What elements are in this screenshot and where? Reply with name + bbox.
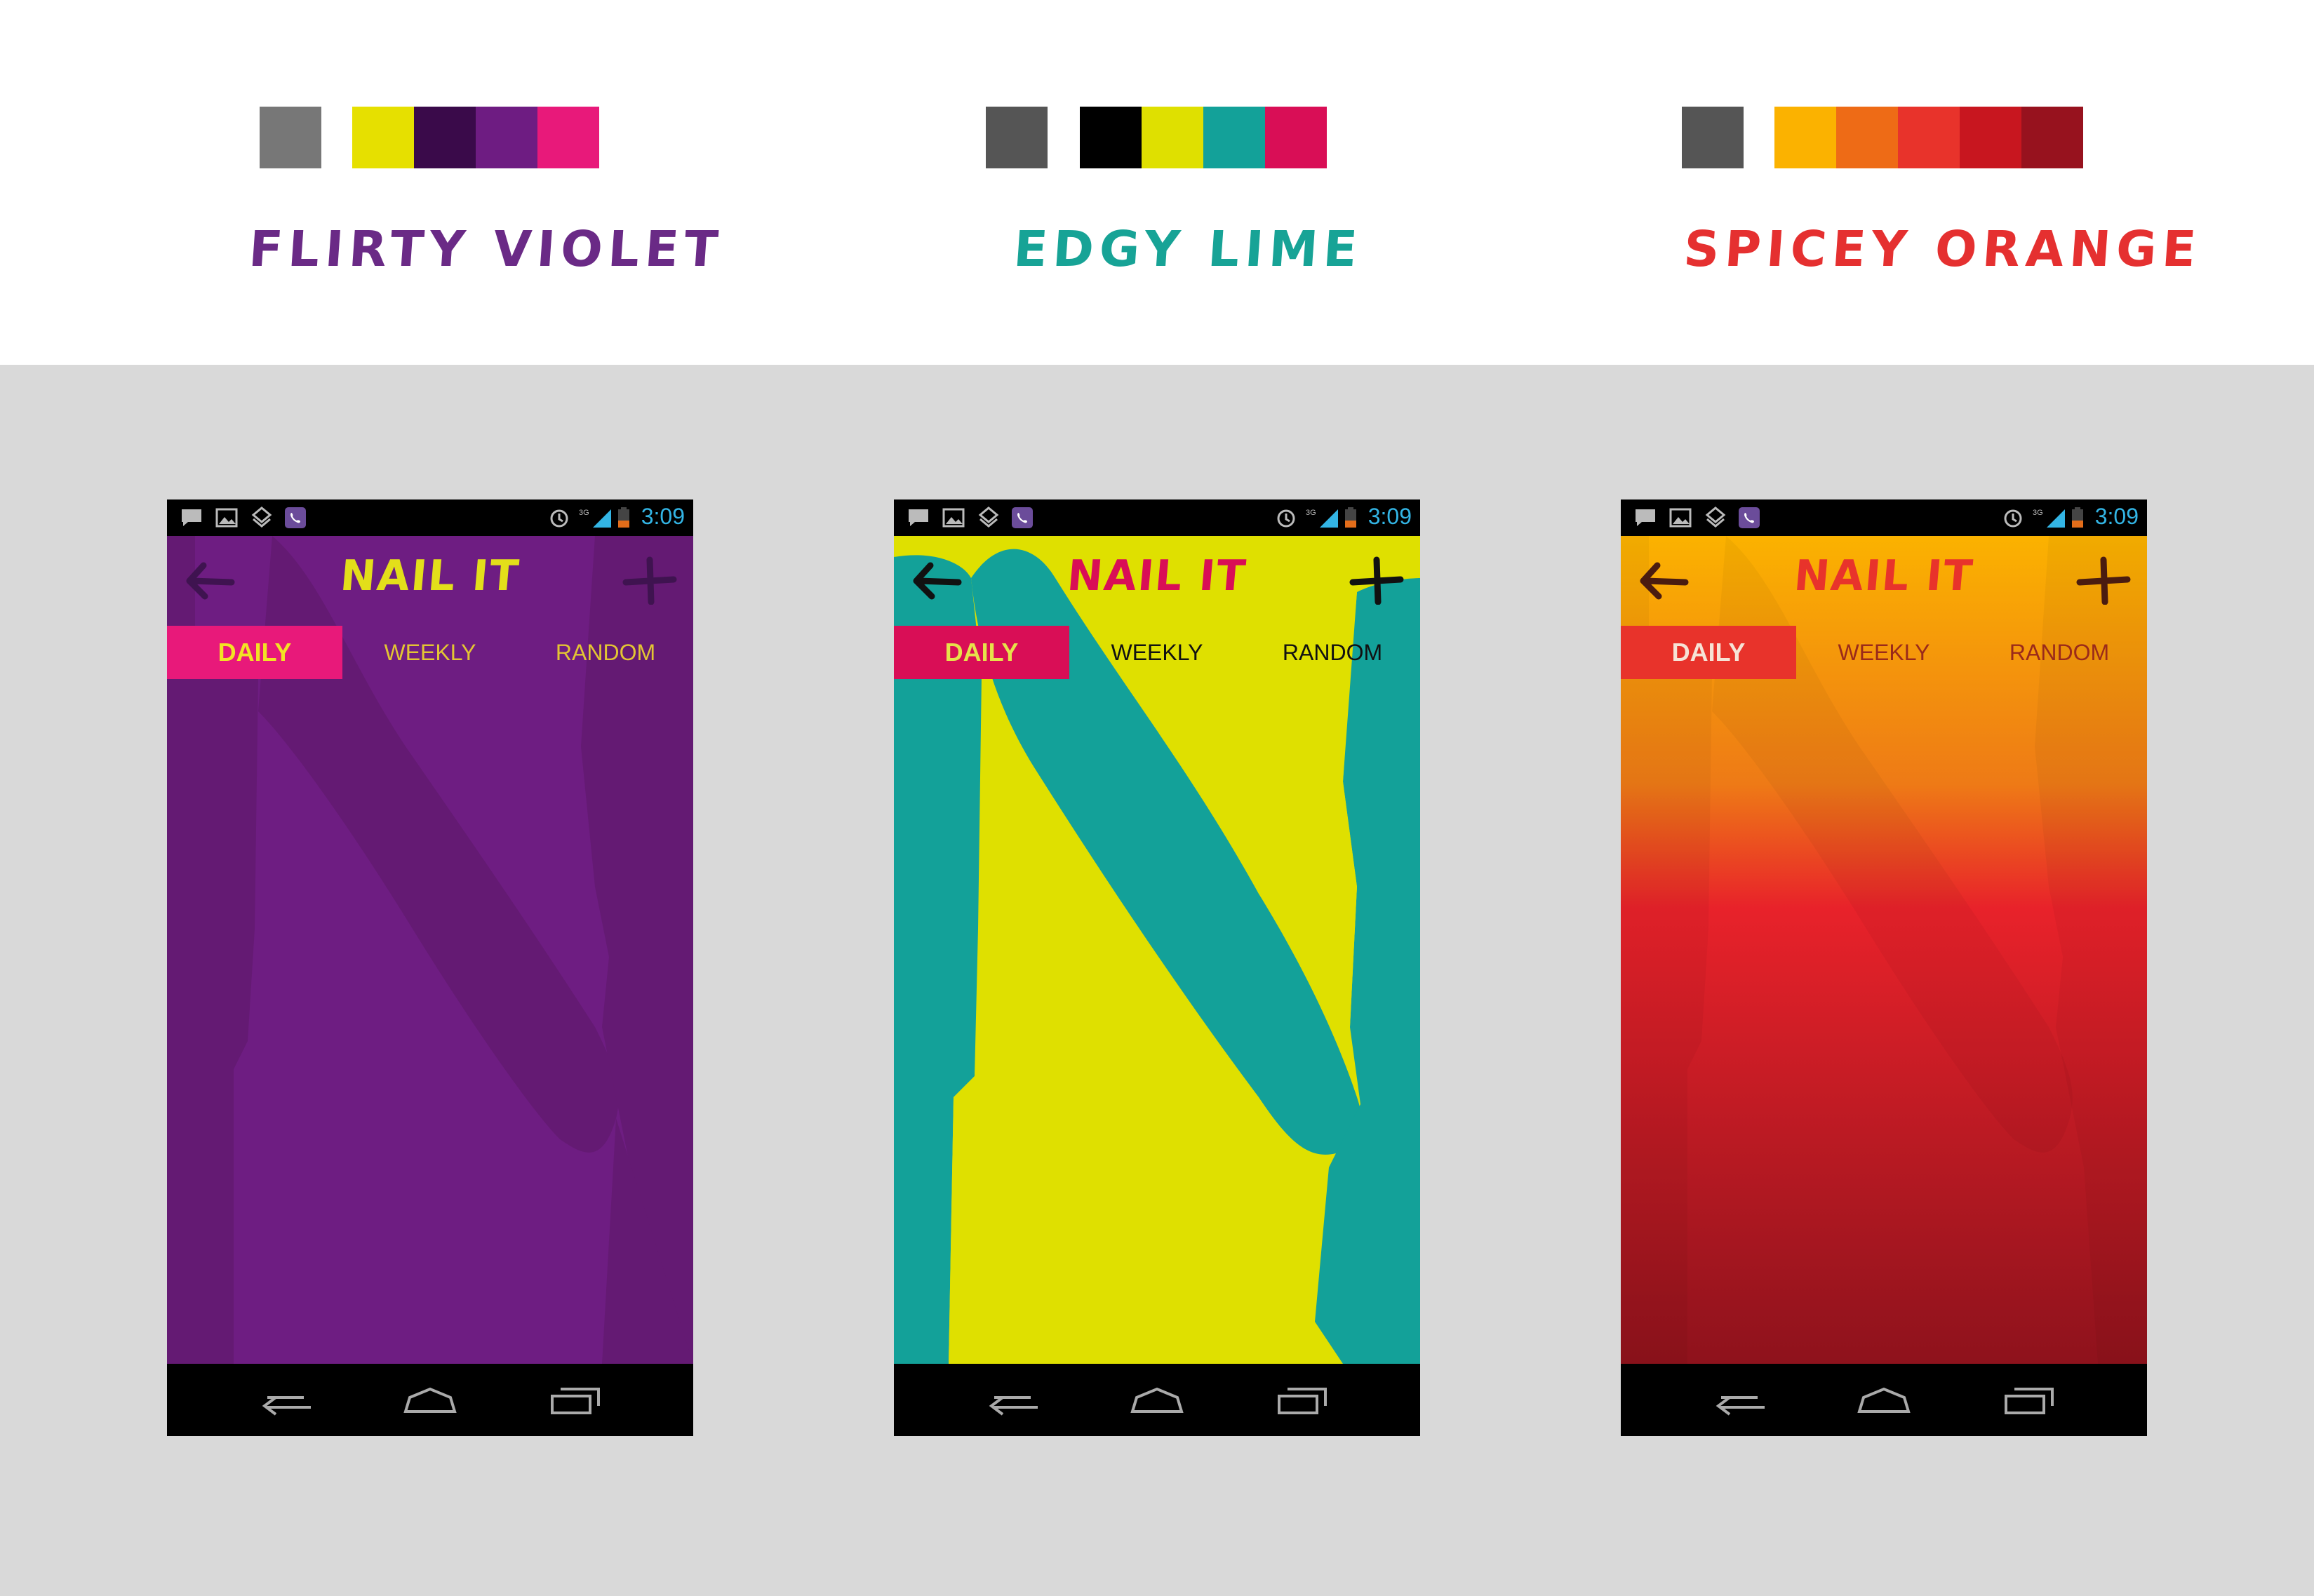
swatch xyxy=(414,107,476,168)
battery-icon xyxy=(1345,507,1356,528)
gallery-icon xyxy=(215,508,238,528)
swatch xyxy=(476,107,537,168)
swatch xyxy=(1080,107,1142,168)
tab-bar: DAILY WEEKLY RANDOM xyxy=(1621,626,2147,679)
swatch xyxy=(260,107,321,168)
phone-mockup-lime: 3G 3:09 NAIL IT DAILY WEEKLY RANDOM xyxy=(894,499,1420,1436)
tab-daily[interactable]: DAILY xyxy=(894,626,1069,679)
tab-weekly[interactable]: WEEKLY xyxy=(1069,626,1245,679)
swatch xyxy=(1203,107,1265,168)
theme-name-flirty-violet: Flirty Violet xyxy=(247,220,725,278)
download-done-icon xyxy=(1705,507,1726,528)
home-nav-icon[interactable] xyxy=(1852,1379,1915,1421)
add-plus-icon[interactable] xyxy=(622,556,678,605)
signal-3g-icon: 3G xyxy=(579,509,611,528)
viber-icon xyxy=(1739,507,1760,528)
phone-mockup-violet: 3G 3:09 NAIL IT DAILY WEEKLY RANDOM xyxy=(167,499,693,1436)
palette-header-band xyxy=(0,0,2314,365)
status-time: 3:09 xyxy=(641,504,685,529)
svg-text:3G: 3G xyxy=(2033,509,2043,517)
tab-random[interactable]: RANDOM xyxy=(1245,626,1420,679)
swatch xyxy=(1142,107,1203,168)
signal-3g-icon: 3G xyxy=(1306,509,1338,528)
app-title: NAIL IT xyxy=(338,551,522,601)
swatch xyxy=(1774,107,1836,168)
palette-flirty-violet xyxy=(260,107,602,168)
tab-random[interactable]: RANDOM xyxy=(1972,626,2147,679)
palette-spicey-orange xyxy=(1682,107,2086,168)
tab-weekly[interactable]: WEEKLY xyxy=(342,626,518,679)
status-bar: 3G 3:09 xyxy=(167,499,693,536)
swatch xyxy=(352,107,414,168)
home-nav-icon[interactable] xyxy=(399,1379,462,1421)
theme-name-edgy-lime: Edgy Lime xyxy=(1012,220,1365,278)
download-done-icon xyxy=(251,507,272,528)
chat-icon xyxy=(1636,509,1655,526)
svg-text:3G: 3G xyxy=(579,509,589,517)
status-time: 3:09 xyxy=(2094,504,2139,529)
download-done-icon xyxy=(978,507,999,528)
swatch xyxy=(2021,107,2083,168)
status-bar: 3G 3:09 xyxy=(1621,499,2147,536)
swatch xyxy=(1836,107,1898,168)
viber-icon xyxy=(285,507,306,528)
recent-apps-icon[interactable] xyxy=(1269,1379,1332,1421)
android-nav-bar xyxy=(894,1364,1420,1436)
signal-3g-icon: 3G xyxy=(2033,509,2065,528)
app-title: NAIL IT xyxy=(1065,551,1249,601)
gallery-icon xyxy=(942,508,965,528)
app-title: NAIL IT xyxy=(1792,551,1976,601)
back-nav-icon[interactable] xyxy=(1708,1379,1772,1421)
recent-apps-icon[interactable] xyxy=(1996,1379,2059,1421)
chat-icon xyxy=(909,509,928,526)
svg-text:3G: 3G xyxy=(1306,509,1316,517)
viber-icon xyxy=(1012,507,1033,528)
home-nav-icon[interactable] xyxy=(1125,1379,1189,1421)
android-nav-bar xyxy=(1621,1364,2147,1436)
app-screen: NAIL IT DAILY WEEKLY RANDOM xyxy=(894,536,1420,1364)
swatch xyxy=(1265,107,1327,168)
alarm-icon xyxy=(2004,509,2022,528)
swatch xyxy=(986,107,1048,168)
app-screen: NAIL IT DAILY WEEKLY RANDOM xyxy=(1621,536,2147,1364)
tab-random[interactable]: RANDOM xyxy=(518,626,693,679)
status-bar: 3G 3:09 xyxy=(894,499,1420,536)
alarm-icon xyxy=(1277,509,1295,528)
battery-icon xyxy=(2072,507,2083,528)
tab-daily[interactable]: DAILY xyxy=(1621,626,1796,679)
phone-mockup-orange: 3G 3:09 NAIL IT DAILY WEEKLY RANDOM xyxy=(1621,499,2147,1436)
swatch xyxy=(537,107,599,168)
palette-edgy-lime xyxy=(986,107,1328,168)
swatch xyxy=(1898,107,1960,168)
add-plus-icon[interactable] xyxy=(1349,556,1405,605)
theme-name-spicey-orange: Spicey Orange xyxy=(1682,220,2204,278)
swatch xyxy=(1960,107,2021,168)
chat-icon xyxy=(182,509,201,526)
back-nav-icon[interactable] xyxy=(255,1379,318,1421)
tab-weekly[interactable]: WEEKLY xyxy=(1796,626,1972,679)
android-nav-bar xyxy=(167,1364,693,1436)
tab-daily[interactable]: DAILY xyxy=(167,626,342,679)
alarm-icon xyxy=(550,509,568,528)
back-nav-icon[interactable] xyxy=(982,1379,1045,1421)
add-plus-icon[interactable] xyxy=(2075,556,2132,605)
status-time: 3:09 xyxy=(1367,504,1412,529)
tab-bar: DAILY WEEKLY RANDOM xyxy=(167,626,693,679)
battery-icon xyxy=(618,507,629,528)
recent-apps-icon[interactable] xyxy=(542,1379,606,1421)
app-screen: NAIL IT DAILY WEEKLY RANDOM xyxy=(167,536,693,1364)
gallery-icon xyxy=(1669,508,1692,528)
swatch xyxy=(1682,107,1744,168)
tab-bar: DAILY WEEKLY RANDOM xyxy=(894,626,1420,679)
